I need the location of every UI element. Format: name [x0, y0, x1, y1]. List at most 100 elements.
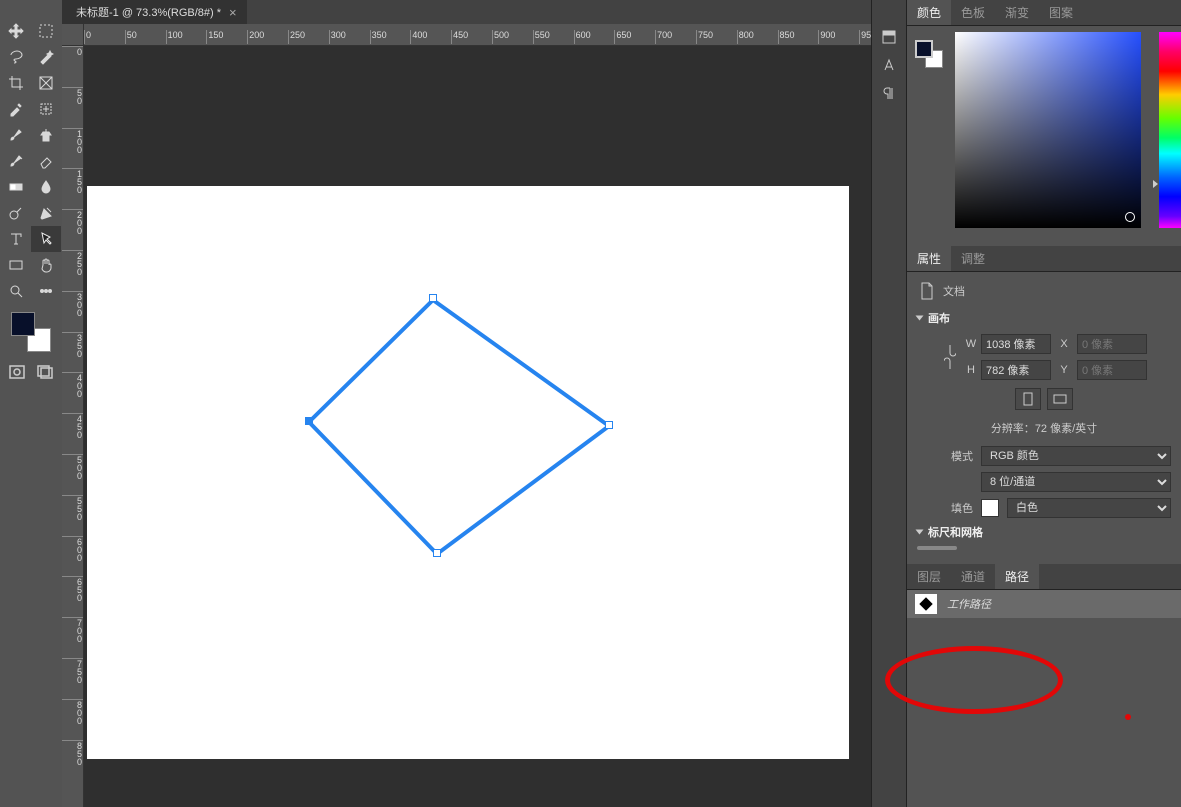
ruler-v-tick: 800 [62, 699, 83, 740]
panel-tab[interactable]: 图案 [1039, 0, 1083, 25]
more-tool[interactable] [31, 278, 61, 304]
properties-panel-tabs: 属性调整 [907, 246, 1181, 272]
ruler-horizontal[interactable]: 0501001502002503003504004505005506006507… [84, 24, 871, 46]
quick-mask-tool[interactable] [6, 362, 28, 382]
panel-tab[interactable]: 图层 [907, 564, 951, 589]
screen-mode-tool[interactable] [34, 362, 56, 382]
fill-select[interactable]: 白色 [1007, 498, 1171, 518]
hue-marker[interactable] [1153, 180, 1158, 188]
brush-tool[interactable] [1, 122, 31, 148]
path-select-tool[interactable] [31, 226, 61, 252]
clone-tool[interactable] [31, 122, 61, 148]
work-path-shape[interactable] [305, 296, 613, 558]
section-rulers[interactable]: 标尺和网格 [917, 524, 1171, 540]
panel-tab[interactable]: 通道 [951, 564, 995, 589]
w-label: W [965, 338, 977, 350]
panel-fg-swatch[interactable] [915, 40, 933, 58]
ruler-h-tick: 500 [492, 30, 533, 44]
marquee-tool[interactable] [31, 18, 61, 44]
panel-tab[interactable]: 属性 [907, 246, 951, 271]
panel-tab[interactable]: 路径 [995, 564, 1039, 589]
dodge-tool[interactable] [1, 200, 31, 226]
character-panel-icon[interactable] [875, 54, 903, 76]
portrait-button[interactable] [1015, 388, 1041, 410]
ruler-v-tick: 0 [62, 46, 83, 87]
resolution-row: 分辨率：72 像素/英寸 [917, 420, 1171, 436]
blur-tool[interactable] [31, 174, 61, 200]
path-anchor[interactable] [433, 549, 441, 557]
tool-grid [1, 18, 61, 304]
color-field[interactable] [955, 32, 1141, 228]
move-tool[interactable] [1, 18, 31, 44]
fill-swatch[interactable] [981, 499, 999, 517]
panel-tab[interactable]: 色板 [951, 0, 995, 25]
crop-tool[interactable] [1, 70, 31, 96]
ruler-h-tick: 300 [329, 30, 370, 44]
document-label: 文档 [943, 283, 965, 299]
ruler-v-tick: 400 [62, 372, 83, 413]
canvas[interactable] [87, 186, 849, 759]
gradient-tool[interactable] [1, 174, 31, 200]
ruler-v-tick: 100 [62, 128, 83, 169]
color-panel [907, 26, 1181, 246]
history-panel-icon[interactable] [875, 26, 903, 48]
history-brush-tool[interactable] [1, 148, 31, 174]
paths-panel: 工作路径 [907, 590, 1181, 807]
panel-tab[interactable]: 渐变 [995, 0, 1039, 25]
paths-list[interactable]: 工作路径 [907, 590, 1181, 807]
fg-color-swatch[interactable] [11, 312, 35, 336]
healing-tool[interactable] [31, 96, 61, 122]
zoom-tool[interactable] [1, 278, 31, 304]
section-rulers-label: 标尺和网格 [928, 524, 983, 540]
eyedropper-tool[interactable] [1, 96, 31, 122]
magic-wand-tool[interactable] [31, 44, 61, 70]
type-tool[interactable] [1, 226, 31, 252]
hue-strip[interactable] [1159, 32, 1181, 228]
path-item-label: 工作路径 [947, 596, 991, 612]
ruler-v-tick: 250 [62, 250, 83, 291]
properties-doc-row: 文档 [919, 282, 1171, 300]
y-label: Y [1055, 364, 1073, 376]
panel-tab[interactable]: 调整 [951, 246, 995, 271]
ruler-v-tick: 150 [62, 168, 83, 209]
landscape-button[interactable] [1047, 388, 1073, 410]
fill-label: 填色 [917, 500, 973, 516]
ruler-h-tick: 950 [859, 30, 871, 44]
frame-tool[interactable] [31, 70, 61, 96]
ruler-h-tick: 50 [125, 30, 166, 44]
path-anchor[interactable] [429, 294, 437, 302]
close-icon[interactable]: × [229, 5, 237, 20]
path-anchor-selected[interactable] [305, 417, 313, 425]
color-mode-select[interactable]: RGB 颜色 [981, 446, 1171, 466]
path-anchor[interactable] [605, 421, 613, 429]
ruler-h-tick: 450 [451, 30, 492, 44]
ruler-v-tick: 50 [62, 87, 83, 128]
canvas-viewport[interactable] [84, 46, 871, 807]
rectangle-tool[interactable] [1, 252, 31, 278]
bit-depth-select[interactable]: 8 位/通道 [981, 472, 1171, 492]
ruler-v-tick: 350 [62, 332, 83, 373]
eraser-tool[interactable] [31, 148, 61, 174]
ruler-origin[interactable] [62, 24, 84, 46]
height-input[interactable] [981, 360, 1051, 380]
paragraph-panel-icon[interactable] [875, 82, 903, 104]
color-panel-tabs: 颜色色板渐变图案 [907, 0, 1181, 26]
width-input[interactable] [981, 334, 1051, 354]
path-item-work-path[interactable]: 工作路径 [907, 590, 1181, 618]
resolution-value: 72 像素/英寸 [1035, 423, 1097, 435]
document-tab[interactable]: 未标题-1 @ 73.3%(RGB/8#) * × [62, 0, 247, 24]
panel-fgbg-swatch[interactable] [915, 40, 943, 68]
color-picker-ring[interactable] [1125, 212, 1135, 222]
section-canvas[interactable]: 画布 [917, 310, 1171, 326]
pen-tool[interactable] [31, 200, 61, 226]
x-input [1077, 334, 1147, 354]
panel-tab[interactable]: 颜色 [907, 0, 951, 25]
lasso-tool[interactable] [1, 44, 31, 70]
fg-bg-swatch[interactable] [11, 312, 51, 352]
hand-tool[interactable] [31, 252, 61, 278]
link-icon[interactable] [939, 343, 961, 371]
ruler-vertical[interactable]: 0501001502002503003504004505005506006507… [62, 46, 84, 807]
ruler-slider[interactable] [917, 546, 957, 550]
ruler-h-tick: 550 [533, 30, 574, 44]
ruler-h-tick: 350 [370, 30, 411, 44]
